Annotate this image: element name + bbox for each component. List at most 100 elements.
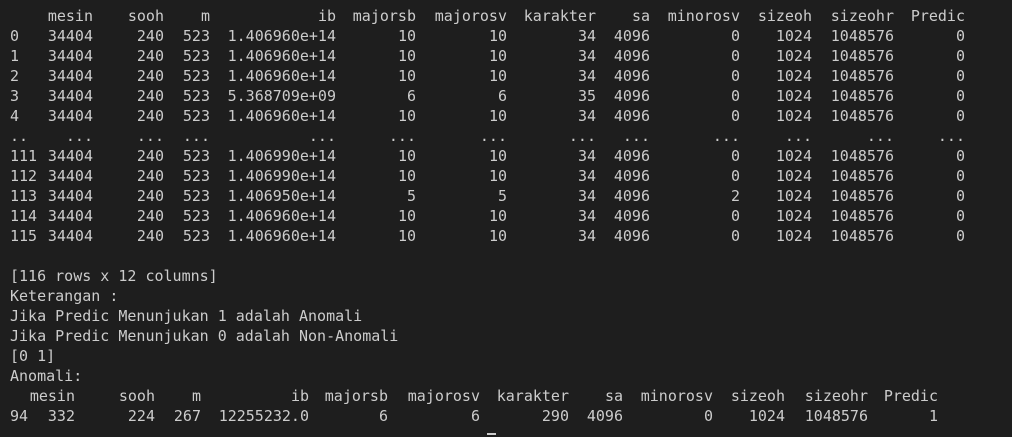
df-table-cell: 34404: [47, 67, 93, 85]
anomaly-table-column-header: m: [191, 387, 201, 405]
df-table-column-header: minorosv: [667, 7, 740, 25]
anomaly-table-cell: 6: [378, 407, 388, 425]
df-table-row-index: 113: [10, 187, 38, 205]
df-table-cell: 240: [136, 227, 164, 245]
df-table-cell: ...: [388, 127, 416, 145]
df-table-cell: ...: [622, 127, 650, 145]
df-table-cell: 4096: [613, 27, 650, 45]
df-table-row-index: ..: [10, 127, 29, 145]
df-table-column-header: sooh: [127, 7, 164, 25]
df-table-cell: 1.406960e+14: [227, 107, 336, 125]
df-table-column-header: sizeoh: [757, 7, 812, 25]
df-table-cell: 10: [488, 207, 507, 225]
df-table-cell: ...: [479, 127, 507, 145]
df-table-row: 113 34404 240 523 1.406950e+14 5 5 34 4096 2 1024 1…: [10, 186, 1012, 206]
anomaly-table-column-header: Predic: [883, 387, 938, 405]
df-table-cell: 523: [182, 47, 210, 65]
anomaly-table-cell: 4096: [586, 407, 623, 425]
df-table-column-header: ib: [317, 7, 336, 25]
anomaly-table: mesin sooh m ib majorsb majorosv karakter sa min…: [10, 386, 1012, 426]
anomaly-table-row: 94 332 224 267 12255232.0 6 6 290 4096 0 1024 10485…: [10, 406, 1012, 426]
df-table-cell: 10: [397, 47, 416, 65]
df-table-column-header: mesin: [47, 7, 93, 25]
df-table-cell: ...: [712, 127, 740, 145]
output-line: [0 1]: [10, 347, 56, 365]
df-table-row-index: 112: [10, 167, 38, 185]
df-table-cell: 1.406960e+14: [227, 47, 336, 65]
output-line: Keterangan :: [10, 287, 119, 305]
df-table-row: 2 34404 240 523 1.406960e+14 10 10 34 4096 0 1024 1…: [10, 66, 1012, 86]
df-table-cell: 4096: [613, 227, 650, 245]
anomaly-table-column-header: majorosv: [407, 387, 480, 405]
anomaly-table-column-header: sa: [604, 387, 623, 405]
df-table-cell: 10: [488, 227, 507, 245]
df-table-row-index: 115: [10, 227, 38, 245]
df-table-cell: 1.406950e+14: [227, 187, 336, 205]
output-line: Jika Predic Menunjukan 0 adalah Non-Anom…: [10, 327, 399, 345]
df-table-cell: 0: [955, 27, 965, 45]
df-table-cell: 0: [955, 147, 965, 165]
df-table-cell: 5: [406, 187, 416, 205]
df-table-cell: 34404: [47, 87, 93, 105]
anomaly-table-cell: 332: [47, 407, 75, 425]
df-table-cell: 10: [488, 107, 507, 125]
df-table-cell: 6: [497, 87, 507, 105]
df-table-column-header: Predic: [910, 7, 965, 25]
df-table-cell: 0: [955, 207, 965, 225]
df-table-cell: 523: [182, 67, 210, 85]
df-table-row-index: 2: [10, 67, 20, 85]
df-table-row-index: 4: [10, 107, 20, 125]
df-table-cell: 10: [397, 207, 416, 225]
anomaly-table-cell: 224: [127, 407, 155, 425]
df-table-cell: 4096: [613, 167, 650, 185]
df-table-cell: 1048576: [830, 47, 894, 65]
anomaly-table-cell: 290: [541, 407, 569, 425]
df-table-cell: 34: [577, 47, 596, 65]
df-table-cell: 240: [136, 27, 164, 45]
df-table-cell: 1024: [775, 87, 812, 105]
df-table-cell: 10: [397, 147, 416, 165]
df-table-cell: 1048576: [830, 227, 894, 245]
df-table-cell: 0: [730, 227, 740, 245]
df-table-cell: 10: [397, 67, 416, 85]
df-table-cell: 523: [182, 187, 210, 205]
df-table-cell: 5.368709e+09: [227, 87, 336, 105]
df-table-cell: 34: [577, 67, 596, 85]
df-table-cell: 35: [577, 87, 596, 105]
df-table-cell: 523: [182, 167, 210, 185]
df-table-cell: 10: [488, 27, 507, 45]
dataframe-table: mesin sooh m ib majorsb majorosv karakter sa min…: [10, 6, 1012, 246]
df-table-cell: 1.406960e+14: [227, 27, 336, 45]
df-table-cell: 1048576: [830, 207, 894, 225]
df-table-cell: 34404: [47, 227, 93, 245]
df-table-cell: 1.406990e+14: [227, 167, 336, 185]
df-table-cell: 34404: [47, 47, 93, 65]
df-table-row: 1 34404 240 523 1.406960e+14 10 10 34 4096 0 1024 1…: [10, 46, 1012, 66]
anomaly-table-column-header: karakter: [496, 387, 569, 405]
output-line: [116 rows x 12 columns]: [10, 267, 218, 285]
df-table-cell: 1024: [775, 167, 812, 185]
df-table-cell: 0: [730, 27, 740, 45]
df-table-cell: 34: [577, 167, 596, 185]
df-table-cell: 34: [577, 107, 596, 125]
df-table-column-header: majorsb: [352, 7, 416, 25]
df-table-row: 4 34404 240 523 1.406960e+14 10 10 34 4096 0 1024 1…: [10, 106, 1012, 126]
anomaly-table-column-header: minorosv: [640, 387, 713, 405]
terminal-output: mesin sooh m ib majorsb majorosv karakter sa min…: [0, 0, 1012, 437]
anomaly-table-cell: 0: [703, 407, 713, 425]
df-table-cell: 1024: [775, 187, 812, 205]
df-table-row-index: 0: [10, 27, 20, 45]
anomaly-table-cell: 6: [470, 407, 480, 425]
df-table-cell: 1.406990e+14: [227, 147, 336, 165]
df-table-cell: ...: [65, 127, 93, 145]
anomaly-table-cell: 12255232.0: [218, 407, 309, 425]
df-table-cell: ...: [784, 127, 812, 145]
anomaly-table-header-row: mesin sooh m ib majorsb majorosv karakter sa min…: [10, 386, 1012, 406]
df-table-cell: 1024: [775, 27, 812, 45]
df-table-cell: 1048576: [830, 27, 894, 45]
output-line: Jika Predic Menunjukan 1 adalah Anomali: [10, 307, 363, 325]
df-table-row-index: 111: [10, 147, 38, 165]
df-table-cell: 10: [397, 107, 416, 125]
df-table-cell: 1048576: [830, 87, 894, 105]
